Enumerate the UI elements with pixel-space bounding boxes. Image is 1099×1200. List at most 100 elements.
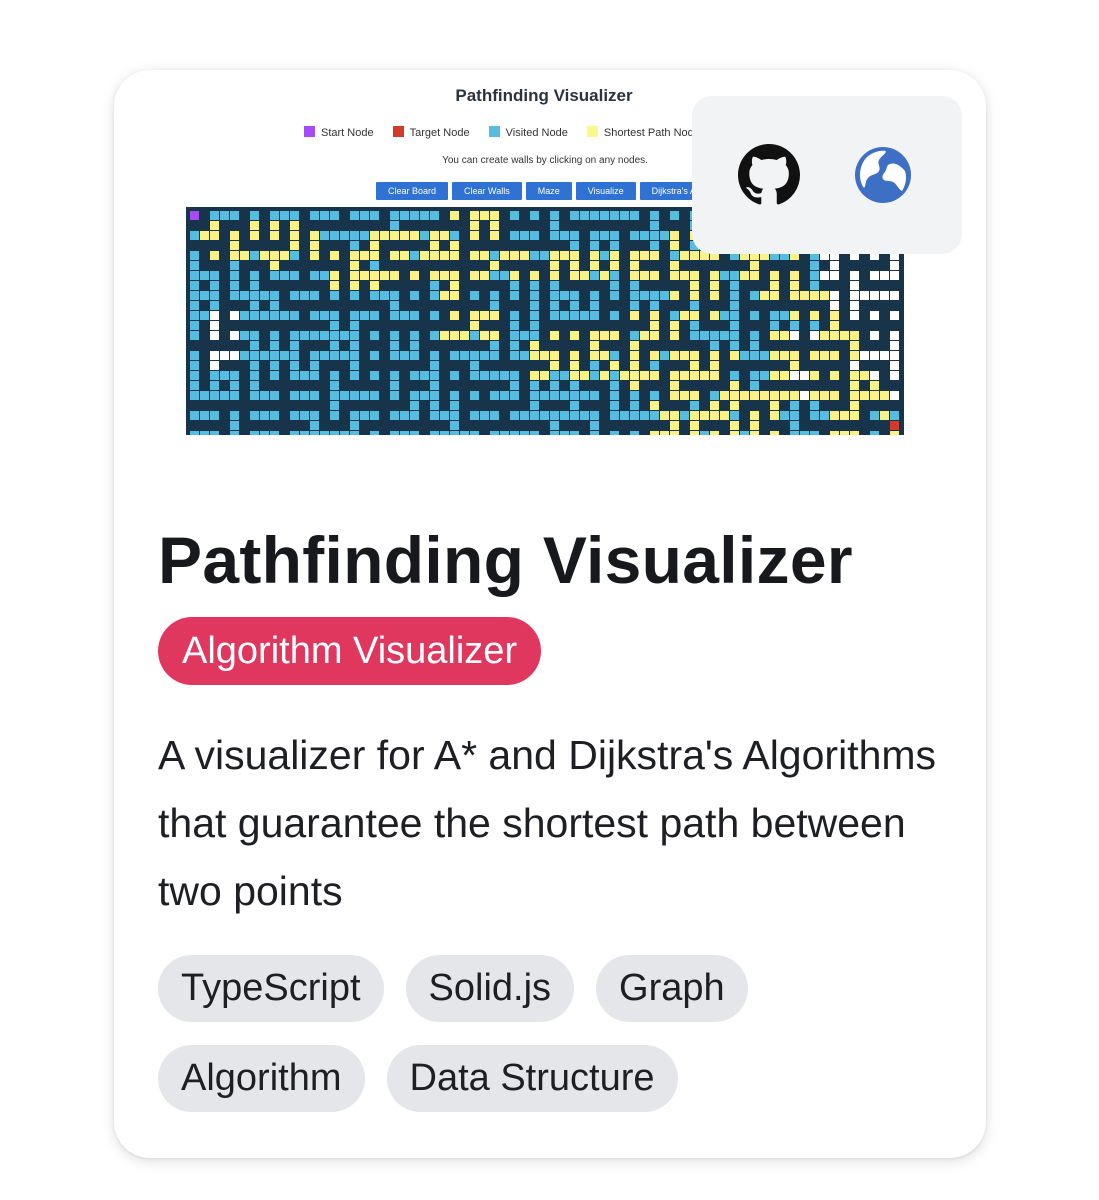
maze-cell xyxy=(500,341,509,350)
maze-cell xyxy=(750,281,759,290)
maze-cell xyxy=(690,351,699,360)
maze-cell xyxy=(220,331,229,340)
maze-cell xyxy=(300,231,309,240)
maze-cell xyxy=(630,361,639,370)
maze-cell xyxy=(540,261,549,270)
maze-cell xyxy=(380,301,389,310)
maze-cell xyxy=(590,281,599,290)
maze-cell xyxy=(460,401,469,410)
maze-cell xyxy=(250,311,259,320)
maze-cell xyxy=(820,331,829,340)
maze-cell xyxy=(650,221,659,230)
maze-cell xyxy=(520,271,529,280)
maze-cell xyxy=(750,371,759,380)
maze-cell xyxy=(320,251,329,260)
maze-cell xyxy=(520,401,529,410)
maze-cell xyxy=(300,371,309,380)
maze-cell xyxy=(260,391,269,400)
maze-cell xyxy=(480,351,489,360)
maze-cell xyxy=(870,341,879,350)
maze-cell xyxy=(260,401,269,410)
maze-cell xyxy=(740,401,749,410)
maze-cell xyxy=(480,321,489,330)
github-link[interactable] xyxy=(738,144,800,206)
maze-cell xyxy=(800,411,809,420)
maze-cell xyxy=(520,411,529,420)
maze-cell xyxy=(800,361,809,370)
maze-cell xyxy=(330,381,339,390)
maze-cell xyxy=(760,391,769,400)
maze-cell xyxy=(630,321,639,330)
maze-cell xyxy=(470,301,479,310)
maze-cell xyxy=(550,321,559,330)
maze-cell xyxy=(600,311,609,320)
maze-cell xyxy=(670,211,679,220)
maze-cell xyxy=(780,391,789,400)
maze-cell xyxy=(530,341,539,350)
maze-cell xyxy=(230,261,239,270)
maze-cell xyxy=(310,381,319,390)
maze-cell xyxy=(310,321,319,330)
maze-cell xyxy=(230,401,239,410)
maze-cell xyxy=(660,261,669,270)
maze-cell xyxy=(280,431,289,435)
maze-cell xyxy=(700,341,709,350)
maze-cell xyxy=(460,321,469,330)
maze-cell xyxy=(580,221,589,230)
maze-cell xyxy=(220,321,229,330)
maze-cell xyxy=(230,251,239,260)
github-icon xyxy=(738,144,800,205)
clear-walls-button: Clear Walls xyxy=(452,182,522,200)
maze-cell xyxy=(830,261,839,270)
maze-cell xyxy=(410,361,419,370)
maze-cell xyxy=(670,241,679,250)
maze-cell xyxy=(640,241,649,250)
maze-cell xyxy=(270,241,279,250)
maze-cell xyxy=(450,301,459,310)
maze-cell xyxy=(490,391,499,400)
maze-cell xyxy=(680,361,689,370)
maze-cell xyxy=(620,211,629,220)
website-link[interactable] xyxy=(852,144,914,206)
maze-cell xyxy=(230,241,239,250)
maze-cell xyxy=(480,251,489,260)
maze-cell xyxy=(630,401,639,410)
maze-cell xyxy=(690,261,699,270)
maze-cell xyxy=(630,431,639,435)
maze-cell xyxy=(200,221,209,230)
maze-cell xyxy=(600,411,609,420)
maze-cell xyxy=(190,421,199,430)
maze-cell xyxy=(770,271,779,280)
legend-path-label: Shortest Path Node xyxy=(603,127,700,139)
maze-cell xyxy=(430,221,439,230)
maze-cell xyxy=(370,391,379,400)
maze-cell xyxy=(790,341,799,350)
maze-cell xyxy=(210,401,219,410)
maze-cell xyxy=(350,351,359,360)
maze-cell xyxy=(760,291,769,300)
maze-cell xyxy=(220,371,229,380)
maze-cell xyxy=(680,211,689,220)
maze-cell xyxy=(530,351,539,360)
maze-cell xyxy=(240,321,249,330)
maze-cell xyxy=(370,241,379,250)
maze-cell xyxy=(770,431,779,435)
maze-cell xyxy=(370,221,379,230)
maze-cell xyxy=(360,411,369,420)
maze-cell xyxy=(640,251,649,260)
maze-cell xyxy=(300,291,309,300)
maze-cell xyxy=(690,251,699,260)
maze-cell xyxy=(460,241,469,250)
maze-cell xyxy=(730,281,739,290)
maze-cell xyxy=(260,221,269,230)
maze-cell xyxy=(830,271,839,280)
maze-cell xyxy=(280,381,289,390)
maze-cell xyxy=(650,241,659,250)
maze-cell xyxy=(620,331,629,340)
maze-cell xyxy=(670,391,679,400)
maze-cell xyxy=(420,321,429,330)
maze-cell xyxy=(410,331,419,340)
maze-cell xyxy=(240,271,249,280)
maze-cell xyxy=(350,301,359,310)
maze-cell xyxy=(660,381,669,390)
